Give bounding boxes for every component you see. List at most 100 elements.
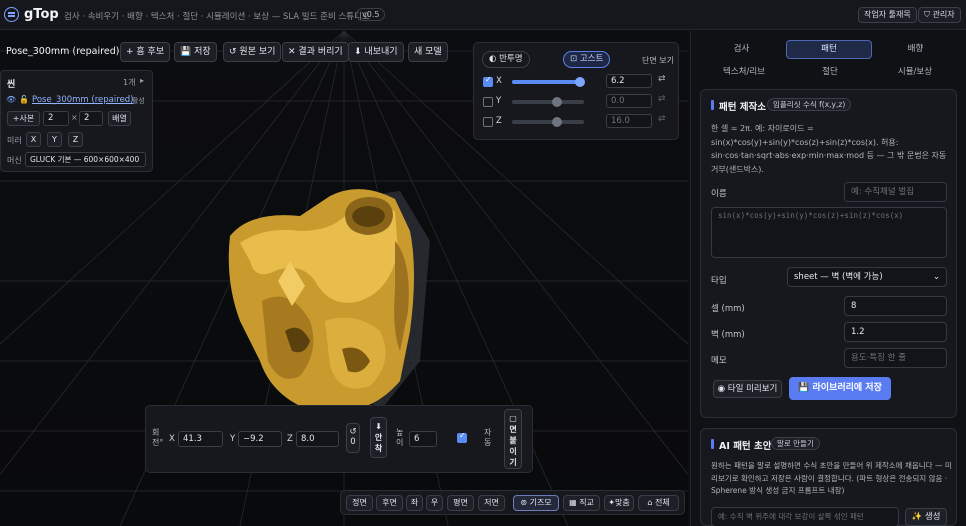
copy-count-b[interactable]: 2 (79, 111, 103, 126)
ortho-toggle[interactable]: ▦ 직교 (563, 495, 600, 511)
axis-z-value[interactable]: 16.0 (606, 114, 652, 128)
admin-button[interactable]: ⛉ 관리자 (918, 7, 961, 23)
tab-cut[interactable]: 절단 (800, 63, 860, 82)
mirror-y-button[interactable]: Y (47, 132, 62, 147)
rot-z-label: Z (287, 434, 293, 444)
scene-panel: 씬 1개 ▸ 👁 🔓 Pose_300mm (repaired) ··· 활성 … (0, 70, 153, 172)
transform-panel: 회전° X 41.3 Y −9.2 Z 8.0 ↺ 0 ⬇ 안착 높이 6 자동… (145, 405, 533, 473)
wall-input[interactable]: 1.2 (844, 322, 947, 342)
collapse-icon[interactable]: ▸ (140, 76, 144, 85)
machine-label: 머신 (7, 156, 22, 165)
axis-z-label: Z (496, 116, 502, 126)
auto-checkbox[interactable] (457, 431, 467, 443)
sparkle-icon: ✨ (911, 512, 923, 522)
machine-select[interactable]: GLUCK 기본 — 600×600×400 (25, 152, 146, 167)
lock-icon[interactable]: 🔓 (19, 95, 29, 104)
view-top-button[interactable]: 평면 (447, 495, 474, 511)
gizmo-toggle[interactable]: ⊚ 기즈모 (513, 495, 559, 511)
axis-z-checkbox[interactable] (483, 117, 493, 127)
ai-prompt-input[interactable]: 예: 수직 벽 위주에 대각 보강이 살짝 섞인 패턴 (711, 507, 899, 526)
view-original-button[interactable]: ↺ 원본 보기 (223, 42, 282, 62)
copy-button[interactable]: +사본 (7, 111, 40, 126)
queue-button[interactable]: 작업자 툴재목 (858, 7, 917, 23)
type-select-value: sheet — 벽 (벽에 가능) (794, 272, 883, 282)
height-input[interactable]: 6 (409, 431, 437, 447)
axis-z-slider-knob[interactable] (552, 117, 562, 127)
tab-texture[interactable]: 텍스처/리브 (714, 63, 774, 82)
arrow-down-icon: ⬇ (375, 422, 382, 431)
reset-rotation-value: 0 (350, 437, 356, 447)
axis-z-flip-icon[interactable]: ⇄ (658, 114, 666, 124)
sparkle-icon: ✦ (608, 498, 615, 507)
fit-all-button[interactable]: ⌂ 전체 (638, 495, 679, 511)
discard-result-button[interactable]: ✕ 결과 버리기 (282, 42, 349, 62)
axis-z-slider[interactable] (512, 117, 584, 127)
tab-orient[interactable]: 배향 (888, 40, 943, 59)
transparency-toggle[interactable]: ◐ 반투명 (482, 51, 530, 68)
export-button[interactable]: ⬇ 내보내기 (348, 42, 404, 62)
gizmo-icon: ⊚ (520, 498, 528, 507)
model-name-link[interactable]: Pose_300mm (repaired) (32, 95, 134, 105)
face-icon: ▢ (509, 414, 517, 423)
axis-y-flip-icon[interactable]: ⇄ (658, 94, 666, 104)
axis-x-value[interactable]: 6.2 (606, 74, 652, 88)
rot-y-input[interactable]: −9.2 (238, 431, 282, 447)
fit-button[interactable]: ✦맞춤 (604, 495, 634, 511)
view-bottom-button[interactable]: 저면 (478, 495, 505, 511)
discard-result-label: 결과 버리기 (298, 47, 343, 57)
mirror-z-button[interactable]: Z (68, 132, 83, 147)
view-left-button[interactable]: 좌 (406, 495, 423, 511)
ai-description: 원하는 패턴을 말로 설명하면 수식 초안을 만들어 위 제작소에 채웁니다 —… (711, 461, 952, 495)
rot-z-input[interactable]: 8.0 (296, 431, 339, 447)
reset-rotation-button[interactable]: ↺ 0 (346, 423, 360, 453)
axis-x-checkbox[interactable] (483, 75, 493, 87)
axis-x-slider-fill (512, 80, 580, 84)
fit-all-label: 전체 (654, 498, 670, 507)
tab-sim[interactable]: 시뮬/보상 (885, 63, 945, 82)
view-front-button[interactable]: 정면 (346, 495, 373, 511)
settle-button[interactable]: ⬇ 안착 (370, 417, 387, 458)
memo-input[interactable]: 용도·특징 한 줄 (844, 348, 947, 368)
tile-preview-button[interactable]: ◉ 타일 미리보기 (713, 380, 782, 398)
axis-x-slider-knob[interactable] (575, 77, 585, 87)
ghost-toggle[interactable]: ⊡ 고스트 (563, 51, 611, 68)
filename-label: Pose_300mm (repaired).stl (6, 46, 134, 57)
axis-y-checkbox[interactable] (483, 97, 493, 107)
formula-textarea[interactable]: sin(x)*cos(y)+sin(y)*cos(z)+sin(z)*cos(x… (711, 207, 947, 258)
version-badge: v0.5 (356, 8, 386, 21)
face-lay-label: 면붙이기 (509, 425, 517, 467)
save-button[interactable]: 💾 저장 (174, 42, 217, 62)
times-sign: × (71, 113, 78, 122)
view-right-button[interactable]: 우 (426, 495, 443, 511)
arrange-button[interactable]: 배열 (108, 111, 131, 126)
save-library-label: 라이브러리에 저장 (812, 383, 882, 393)
logo-icon (4, 7, 19, 22)
generate-button[interactable]: ✨ 생성 (905, 508, 947, 526)
title-accent (711, 100, 714, 110)
tab-pattern[interactable]: 패턴 (786, 40, 872, 59)
save-icon: 💾 (798, 383, 810, 393)
face-lay-button[interactable]: ▢ 면붙이기 (504, 409, 522, 469)
visibility-eye-icon[interactable]: 👁 (6, 95, 16, 104)
gizmo-label: 기즈모 (529, 498, 552, 507)
axis-x-slider[interactable] (512, 77, 585, 87)
axis-y-slider-knob[interactable] (552, 97, 562, 107)
mirror-x-button[interactable]: X (26, 132, 41, 147)
type-select[interactable]: sheet — 벽 (벽에 가능) ⌄ (787, 267, 947, 287)
save-library-button[interactable]: 💾 라이브러리에 저장 (789, 377, 891, 400)
view-back-button[interactable]: 후면 (376, 495, 403, 511)
save-button-label: 저장 (194, 47, 211, 57)
cell-input[interactable]: 8 (844, 296, 947, 316)
model-active-label: ··· 활성 (123, 97, 145, 105)
axis-x-flip-icon[interactable]: ⇄ (658, 74, 666, 84)
axis-y-slider[interactable] (512, 97, 584, 107)
axis-y-value[interactable]: 0.0 (606, 94, 652, 108)
add-candidate-button[interactable]: + 흠 후보 (120, 42, 171, 62)
frame-icon: ⌂ (647, 498, 653, 507)
cell-label: 셀 (mm) (711, 304, 745, 314)
new-model-button[interactable]: 새 모델 (408, 42, 448, 62)
copy-count-a[interactable]: 2 (43, 111, 69, 126)
tab-inspect[interactable]: 검사 (714, 40, 769, 59)
name-input[interactable]: 예: 수직채널 벌집 (844, 182, 947, 202)
rot-x-input[interactable]: 41.3 (178, 431, 223, 447)
